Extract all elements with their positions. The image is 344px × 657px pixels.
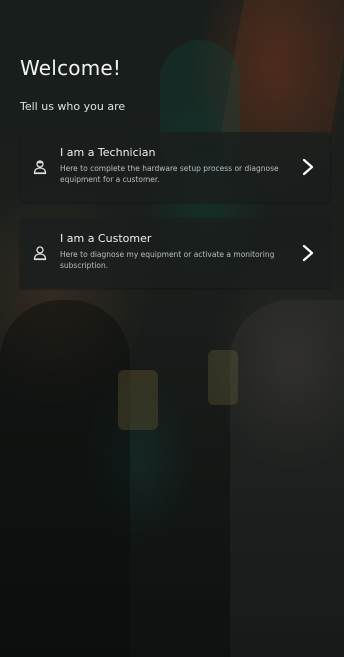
welcome-screen: Welcome! Tell us who you are I am a Tech…: [0, 0, 344, 657]
role-card-customer[interactable]: I am a Customer Here to diagnose my equi…: [20, 218, 330, 288]
welcome-content: Welcome! Tell us who you are I am a Tech…: [0, 0, 344, 657]
role-label-customer: I am a Customer: [60, 232, 152, 245]
chevron-right-icon[interactable]: [302, 158, 314, 176]
role-card-technician[interactable]: I am a Technician Here to complete the h…: [20, 132, 330, 202]
role-description-customer: Here to diagnose my equipment or activat…: [60, 250, 275, 270]
technician-user-icon: [33, 160, 47, 175]
customer-user-icon: [33, 246, 47, 261]
role-description-technician: Here to complete the hardware setup proc…: [60, 164, 279, 184]
chevron-right-icon[interactable]: [302, 244, 314, 262]
page-subtitle: Tell us who you are: [20, 100, 126, 113]
role-label-technician: I am a Technician: [60, 146, 156, 159]
page-title: Welcome!: [20, 56, 122, 80]
